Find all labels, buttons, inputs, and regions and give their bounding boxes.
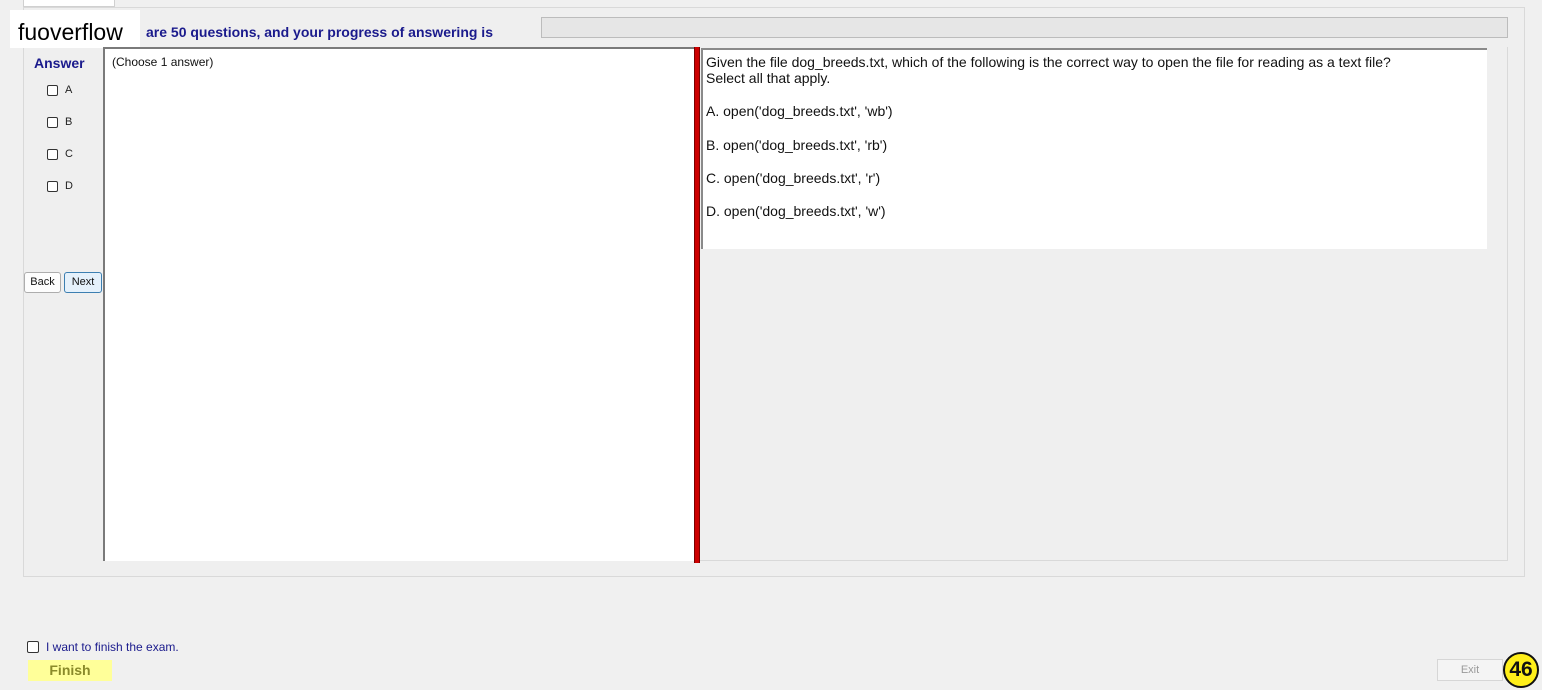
- question-choice-d: D. open('dog_breeds.txt', 'w'): [706, 203, 886, 219]
- question-choice-a: A. open('dog_breeds.txt', 'wb'): [706, 103, 893, 119]
- finish-confirm-checkbox[interactable]: [27, 641, 39, 653]
- top-tab[interactable]: [23, 0, 115, 7]
- question-choice-b: B. open('dog_breeds.txt', 'rb'): [706, 137, 888, 153]
- option-d-checkbox[interactable]: [47, 180, 58, 192]
- option-c[interactable]: C: [47, 148, 73, 160]
- finish-confirm-label: I want to finish the exam.: [46, 640, 179, 654]
- exit-button[interactable]: Exit: [1437, 659, 1503, 681]
- question-choice-c: C. open('dog_breeds.txt', 'r'): [706, 170, 881, 186]
- progress-bar: [541, 17, 1508, 38]
- option-c-label: C: [65, 148, 73, 160]
- back-button[interactable]: Back: [24, 272, 61, 293]
- question-text: Given the file dog_breeds.txt, which of …: [706, 54, 1391, 70]
- next-button[interactable]: Next: [64, 272, 102, 293]
- answer-pane[interactable]: (Choose 1 answer): [103, 47, 694, 561]
- answer-heading: Answer: [34, 55, 85, 71]
- option-a[interactable]: A: [47, 84, 72, 96]
- question-area: Given the file dog_breeds.txt, which of …: [700, 47, 1508, 561]
- choose-instruction: (Choose 1 answer): [112, 55, 214, 69]
- progress-text: are 50 questions, and your progress of a…: [146, 24, 493, 40]
- finish-confirm[interactable]: I want to finish the exam.: [27, 640, 179, 654]
- option-b-checkbox[interactable]: [47, 116, 58, 128]
- option-d-label: D: [65, 180, 73, 192]
- option-c-checkbox[interactable]: [47, 148, 58, 160]
- option-a-label: A: [65, 84, 73, 96]
- option-a-checkbox[interactable]: [47, 84, 58, 96]
- question-box: Given the file dog_breeds.txt, which of …: [701, 48, 1487, 249]
- option-b-label: B: [65, 116, 73, 128]
- option-d[interactable]: D: [47, 180, 73, 192]
- option-b[interactable]: B: [47, 116, 72, 128]
- page-number-badge: 46: [1503, 652, 1539, 688]
- watermark: fuoverflow: [10, 10, 140, 48]
- question-subtext: Select all that apply.: [706, 70, 831, 86]
- finish-button[interactable]: Finish: [28, 660, 112, 681]
